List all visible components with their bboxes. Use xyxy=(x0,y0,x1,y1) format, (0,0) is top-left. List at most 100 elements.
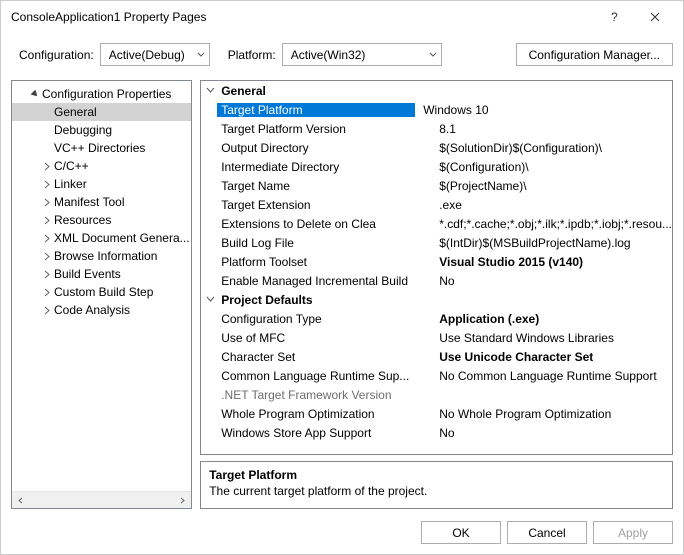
tree-item[interactable]: Browse Information xyxy=(12,247,191,265)
tree-item[interactable]: General xyxy=(12,103,191,121)
property-name: .NET Target Framework Version xyxy=(219,388,431,402)
expand-icon[interactable] xyxy=(40,270,54,279)
expand-icon[interactable] xyxy=(40,216,54,225)
property-value[interactable]: $(SolutionDir)$(Configuration)\ xyxy=(431,141,672,155)
property-value[interactable]: No xyxy=(431,274,672,288)
property-value[interactable]: 8.1 xyxy=(431,122,672,136)
close-button[interactable] xyxy=(635,1,675,33)
property-value[interactable]: Windows 10 xyxy=(415,103,672,117)
property-row[interactable]: .NET Target Framework Version xyxy=(201,385,672,404)
tree-item[interactable]: Linker xyxy=(12,175,191,193)
property-value[interactable]: $(ProjectName)\ xyxy=(431,179,672,193)
property-row[interactable]: Build Log File$(IntDir)$(MSBuildProjectN… xyxy=(201,233,672,252)
scroll-right-icon[interactable] xyxy=(174,492,191,509)
property-name: Target Platform xyxy=(217,103,415,117)
property-row[interactable]: Output Directory$(SolutionDir)$(Configur… xyxy=(201,138,672,157)
collapse-icon[interactable] xyxy=(201,295,219,304)
property-value[interactable]: Application (.exe) xyxy=(431,312,672,326)
property-row[interactable]: Target PlatformWindows 10 xyxy=(201,100,672,119)
config-row: Configuration: Active(Debug) Platform: A… xyxy=(1,33,683,80)
description-title: Target Platform xyxy=(209,468,664,482)
tree-item[interactable]: VC++ Directories xyxy=(12,139,191,157)
scroll-track[interactable] xyxy=(29,492,174,508)
property-name: Output Directory xyxy=(219,141,431,155)
property-name: Target Extension xyxy=(219,198,431,212)
group-header-general[interactable]: General xyxy=(201,81,672,100)
tree-item-label: VC++ Directories xyxy=(54,141,145,155)
property-value[interactable]: .exe xyxy=(431,198,672,212)
property-value[interactable]: No Common Language Runtime Support xyxy=(431,369,672,383)
property-name: Target Platform Version xyxy=(219,122,431,136)
property-value[interactable]: *.cdf;*.cache;*.obj;*.ilk;*.ipdb;*.iobj;… xyxy=(431,217,672,231)
property-value[interactable]: Use Standard Windows Libraries xyxy=(431,331,672,345)
property-row[interactable]: Target Platform Version8.1 xyxy=(201,119,672,138)
tree-item[interactable]: Build Events xyxy=(12,265,191,283)
titlebar: ConsoleApplication1 Property Pages ? xyxy=(1,1,683,33)
property-row[interactable]: Character SetUse Unicode Character Set xyxy=(201,347,672,366)
group-header-defaults[interactable]: Project Defaults xyxy=(201,290,672,309)
platform-dropdown[interactable]: Active(Win32) xyxy=(282,43,442,66)
tree-item[interactable]: Resources xyxy=(12,211,191,229)
expand-icon[interactable] xyxy=(40,162,54,171)
description-text: The current target platform of the proje… xyxy=(209,484,664,498)
ok-button[interactable]: OK xyxy=(421,521,501,544)
tree-item[interactable]: Manifest Tool xyxy=(12,193,191,211)
tree-item[interactable]: Debugging xyxy=(12,121,191,139)
dialog-footer: OK Cancel Apply xyxy=(1,515,683,554)
expand-icon[interactable] xyxy=(40,234,54,243)
property-name: Platform Toolset xyxy=(219,255,431,269)
expand-icon[interactable] xyxy=(40,306,54,315)
tree-root[interactable]: Configuration Properties xyxy=(12,85,191,103)
property-name: Extensions to Delete on Clea xyxy=(219,217,431,231)
expand-icon[interactable] xyxy=(40,180,54,189)
property-name: Windows Store App Support xyxy=(219,426,431,440)
property-grid[interactable]: General Target PlatformWindows 10Target … xyxy=(200,80,673,455)
platform-value: Active(Win32) xyxy=(291,48,366,62)
property-name: Target Name xyxy=(219,179,431,193)
property-row[interactable]: Target Extension.exe xyxy=(201,195,672,214)
scroll-left-icon[interactable] xyxy=(12,492,29,509)
property-name: Common Language Runtime Sup... xyxy=(219,369,431,383)
platform-label: Platform: xyxy=(228,48,276,62)
config-tree[interactable]: Configuration Properties GeneralDebuggin… xyxy=(12,81,191,491)
property-name: Character Set xyxy=(219,350,431,364)
property-row[interactable]: Windows Store App SupportNo xyxy=(201,423,672,442)
tree-root-label: Configuration Properties xyxy=(42,87,171,101)
cancel-button[interactable]: Cancel xyxy=(507,521,587,544)
apply-button[interactable]: Apply xyxy=(593,521,673,544)
chevron-down-icon xyxy=(429,51,437,59)
property-row[interactable]: Platform ToolsetVisual Studio 2015 (v140… xyxy=(201,252,672,271)
property-row[interactable]: Common Language Runtime Sup...No Common … xyxy=(201,366,672,385)
configuration-manager-button[interactable]: Configuration Manager... xyxy=(516,43,673,66)
window-title: ConsoleApplication1 Property Pages xyxy=(11,10,595,24)
configuration-dropdown[interactable]: Active(Debug) xyxy=(100,43,210,66)
help-button[interactable]: ? xyxy=(595,1,635,33)
property-value[interactable]: Visual Studio 2015 (v140) xyxy=(431,255,672,269)
tree-item-label: Linker xyxy=(54,177,87,191)
collapse-icon[interactable] xyxy=(201,86,219,95)
property-name: Use of MFC xyxy=(219,331,431,345)
property-value[interactable]: $(Configuration)\ xyxy=(431,160,672,174)
tree-item[interactable]: Custom Build Step xyxy=(12,283,191,301)
property-row[interactable]: Intermediate Directory$(Configuration)\ xyxy=(201,157,672,176)
horizontal-scrollbar[interactable] xyxy=(12,491,191,508)
property-row[interactable]: Enable Managed Incremental BuildNo xyxy=(201,271,672,290)
property-value[interactable]: No Whole Program Optimization xyxy=(431,407,672,421)
tree-item[interactable]: C/C++ xyxy=(12,157,191,175)
property-value[interactable]: $(IntDir)$(MSBuildProjectName).log xyxy=(431,236,672,250)
tree-panel: Configuration Properties GeneralDebuggin… xyxy=(11,80,192,509)
property-row[interactable]: Extensions to Delete on Clea*.cdf;*.cach… xyxy=(201,214,672,233)
property-row[interactable]: Use of MFCUse Standard Windows Libraries xyxy=(201,328,672,347)
collapse-icon[interactable] xyxy=(28,90,42,99)
tree-item[interactable]: Code Analysis xyxy=(12,301,191,319)
property-value[interactable]: Use Unicode Character Set xyxy=(431,350,672,364)
expand-icon[interactable] xyxy=(40,198,54,207)
property-row[interactable]: Configuration TypeApplication (.exe) xyxy=(201,309,672,328)
tree-item[interactable]: XML Document Genera... xyxy=(12,229,191,247)
property-row[interactable]: Whole Program OptimizationNo Whole Progr… xyxy=(201,404,672,423)
property-value[interactable]: No xyxy=(431,426,672,440)
expand-icon[interactable] xyxy=(40,252,54,261)
close-icon xyxy=(650,12,660,22)
expand-icon[interactable] xyxy=(40,288,54,297)
property-row[interactable]: Target Name$(ProjectName)\ xyxy=(201,176,672,195)
